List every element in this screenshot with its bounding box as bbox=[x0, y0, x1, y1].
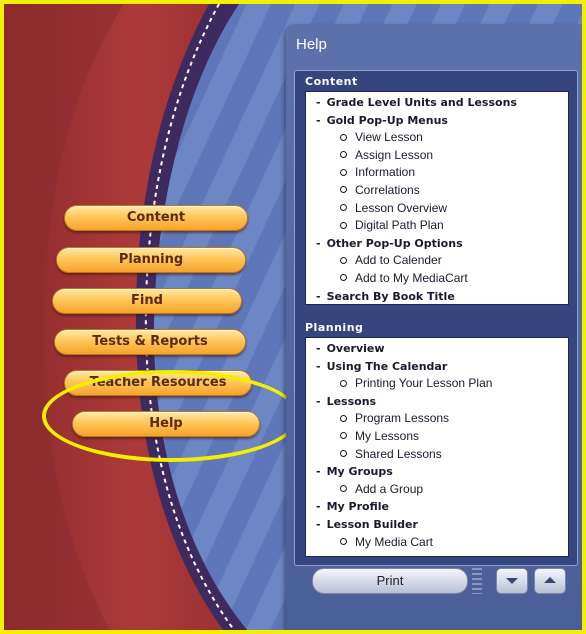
topic-item[interactable]: My Media Cart bbox=[306, 534, 433, 551]
topic-label: Correlations bbox=[355, 183, 420, 197]
planning-topic-list[interactable]: Overview Using The Calendar Printing Your … bbox=[305, 337, 569, 557]
topic-label: My Groups bbox=[326, 465, 393, 479]
nav-tests-reports-button[interactable]: Tests & Reports bbox=[54, 329, 246, 355]
scroll-up-button[interactable] bbox=[534, 568, 566, 594]
topic-label: Overview bbox=[326, 342, 385, 355]
topic-item[interactable]: Lesson Overview bbox=[306, 200, 447, 217]
content-section-header: Content bbox=[305, 75, 358, 88]
bullet-icon bbox=[340, 133, 347, 141]
help-window: Help Content Grade Level Units and Lesso… bbox=[286, 24, 582, 630]
topic-label: Search By Book Title bbox=[326, 289, 455, 303]
topic-label: Information bbox=[355, 165, 416, 180]
nav-planning-button[interactable]: Planning bbox=[56, 247, 246, 273]
topic-label: Add to My MediaCart bbox=[355, 271, 468, 285]
topic-item[interactable]: Add to My MediaCart bbox=[306, 270, 468, 287]
topic-label: Gold Pop-Up Menus bbox=[326, 113, 448, 127]
content-topic-list[interactable]: Grade Level Units and Lessons Gold Pop-Up… bbox=[305, 91, 569, 305]
bullet-icon bbox=[340, 151, 347, 159]
topic-label: Add a Group bbox=[355, 481, 424, 496]
topic-heading[interactable]: Overview bbox=[306, 340, 385, 357]
topic-label: Printing Your Lesson Plan bbox=[355, 376, 493, 391]
topic-heading[interactable]: Lessons bbox=[306, 393, 377, 410]
topic-label: Digital Path Plan bbox=[355, 218, 444, 233]
topic-item[interactable]: Printing Your Lesson Plan bbox=[306, 375, 492, 392]
topic-item[interactable]: Add to Calender bbox=[306, 252, 442, 269]
topic-label: Lesson Overview bbox=[355, 200, 448, 215]
topic-label: Grade Level Units and Lessons bbox=[326, 96, 517, 109]
app-window: Content Planning Find Tests & Reports Te… bbox=[0, 0, 586, 634]
topic-label: Lesson Builder bbox=[326, 518, 418, 531]
bullet-icon bbox=[340, 414, 347, 422]
topic-item[interactable]: Assign Lesson bbox=[306, 147, 433, 164]
planning-section-header: Planning bbox=[305, 321, 364, 334]
bullet-icon bbox=[340, 203, 347, 211]
help-window-title: Help bbox=[296, 36, 327, 53]
topic-label: Program Lessons bbox=[355, 411, 450, 426]
print-button[interactable]: Print bbox=[312, 568, 468, 594]
bullet-icon bbox=[340, 449, 347, 457]
bullet-icon bbox=[340, 274, 347, 282]
bullet-icon bbox=[340, 537, 347, 545]
topic-item[interactable]: Digital Path Plan bbox=[306, 217, 444, 234]
topic-heading[interactable]: My Profile bbox=[306, 498, 389, 515]
topic-heading[interactable]: My Groups bbox=[306, 463, 393, 480]
bullet-icon bbox=[340, 168, 347, 176]
topic-item[interactable]: Information bbox=[306, 164, 415, 181]
topic-label: Lessons bbox=[326, 394, 377, 408]
help-window-body: Content Grade Level Units and Lessons Gol… bbox=[294, 70, 578, 566]
help-highlight-ellipse bbox=[42, 370, 300, 462]
topic-label: My Media Cart bbox=[355, 534, 434, 549]
nav-content-button[interactable]: Content bbox=[64, 205, 248, 231]
topic-label: My Profile bbox=[326, 500, 389, 514]
bullet-icon bbox=[340, 432, 347, 440]
topic-item[interactable]: My Lessons bbox=[306, 428, 419, 445]
topic-heading[interactable]: Other Pop-Up Options bbox=[306, 235, 463, 252]
nav-find-button[interactable]: Find bbox=[52, 288, 242, 314]
bullet-icon bbox=[340, 379, 347, 387]
topic-item[interactable]: Correlations bbox=[306, 182, 420, 199]
arrow-down-icon bbox=[506, 578, 518, 584]
bullet-icon bbox=[340, 221, 347, 229]
bullet-icon bbox=[340, 256, 347, 264]
scroll-down-button[interactable] bbox=[496, 568, 528, 594]
topic-heading[interactable]: Lesson Builder bbox=[306, 516, 418, 533]
bullet-icon bbox=[340, 186, 347, 194]
topic-heading[interactable]: Gold Pop-Up Menus bbox=[306, 112, 448, 129]
topic-label: View Lesson bbox=[355, 130, 423, 145]
topic-label: Other Pop-Up Options bbox=[326, 236, 463, 250]
topic-item[interactable]: View Lesson bbox=[306, 129, 423, 146]
topic-item[interactable]: Add a Group bbox=[306, 481, 423, 498]
arrow-up-icon bbox=[544, 577, 556, 583]
topic-item[interactable]: Shared Lessons bbox=[306, 446, 442, 463]
topic-item[interactable]: Program Lessons bbox=[306, 410, 449, 427]
bullet-icon bbox=[340, 485, 347, 493]
topic-label: Assign Lesson bbox=[355, 147, 434, 162]
topic-heading[interactable]: Grade Level Units and Lessons bbox=[306, 94, 517, 111]
grip-divider bbox=[472, 568, 482, 594]
topic-label: Shared Lessons bbox=[355, 446, 442, 461]
topic-label: My Lessons bbox=[355, 429, 420, 443]
topic-heading[interactable]: Search By Book Title bbox=[306, 288, 455, 304]
topic-heading[interactable]: Using The Calendar bbox=[306, 358, 448, 375]
topic-label: Using The Calendar bbox=[326, 359, 448, 373]
topic-label: Add to Calender bbox=[355, 253, 442, 268]
